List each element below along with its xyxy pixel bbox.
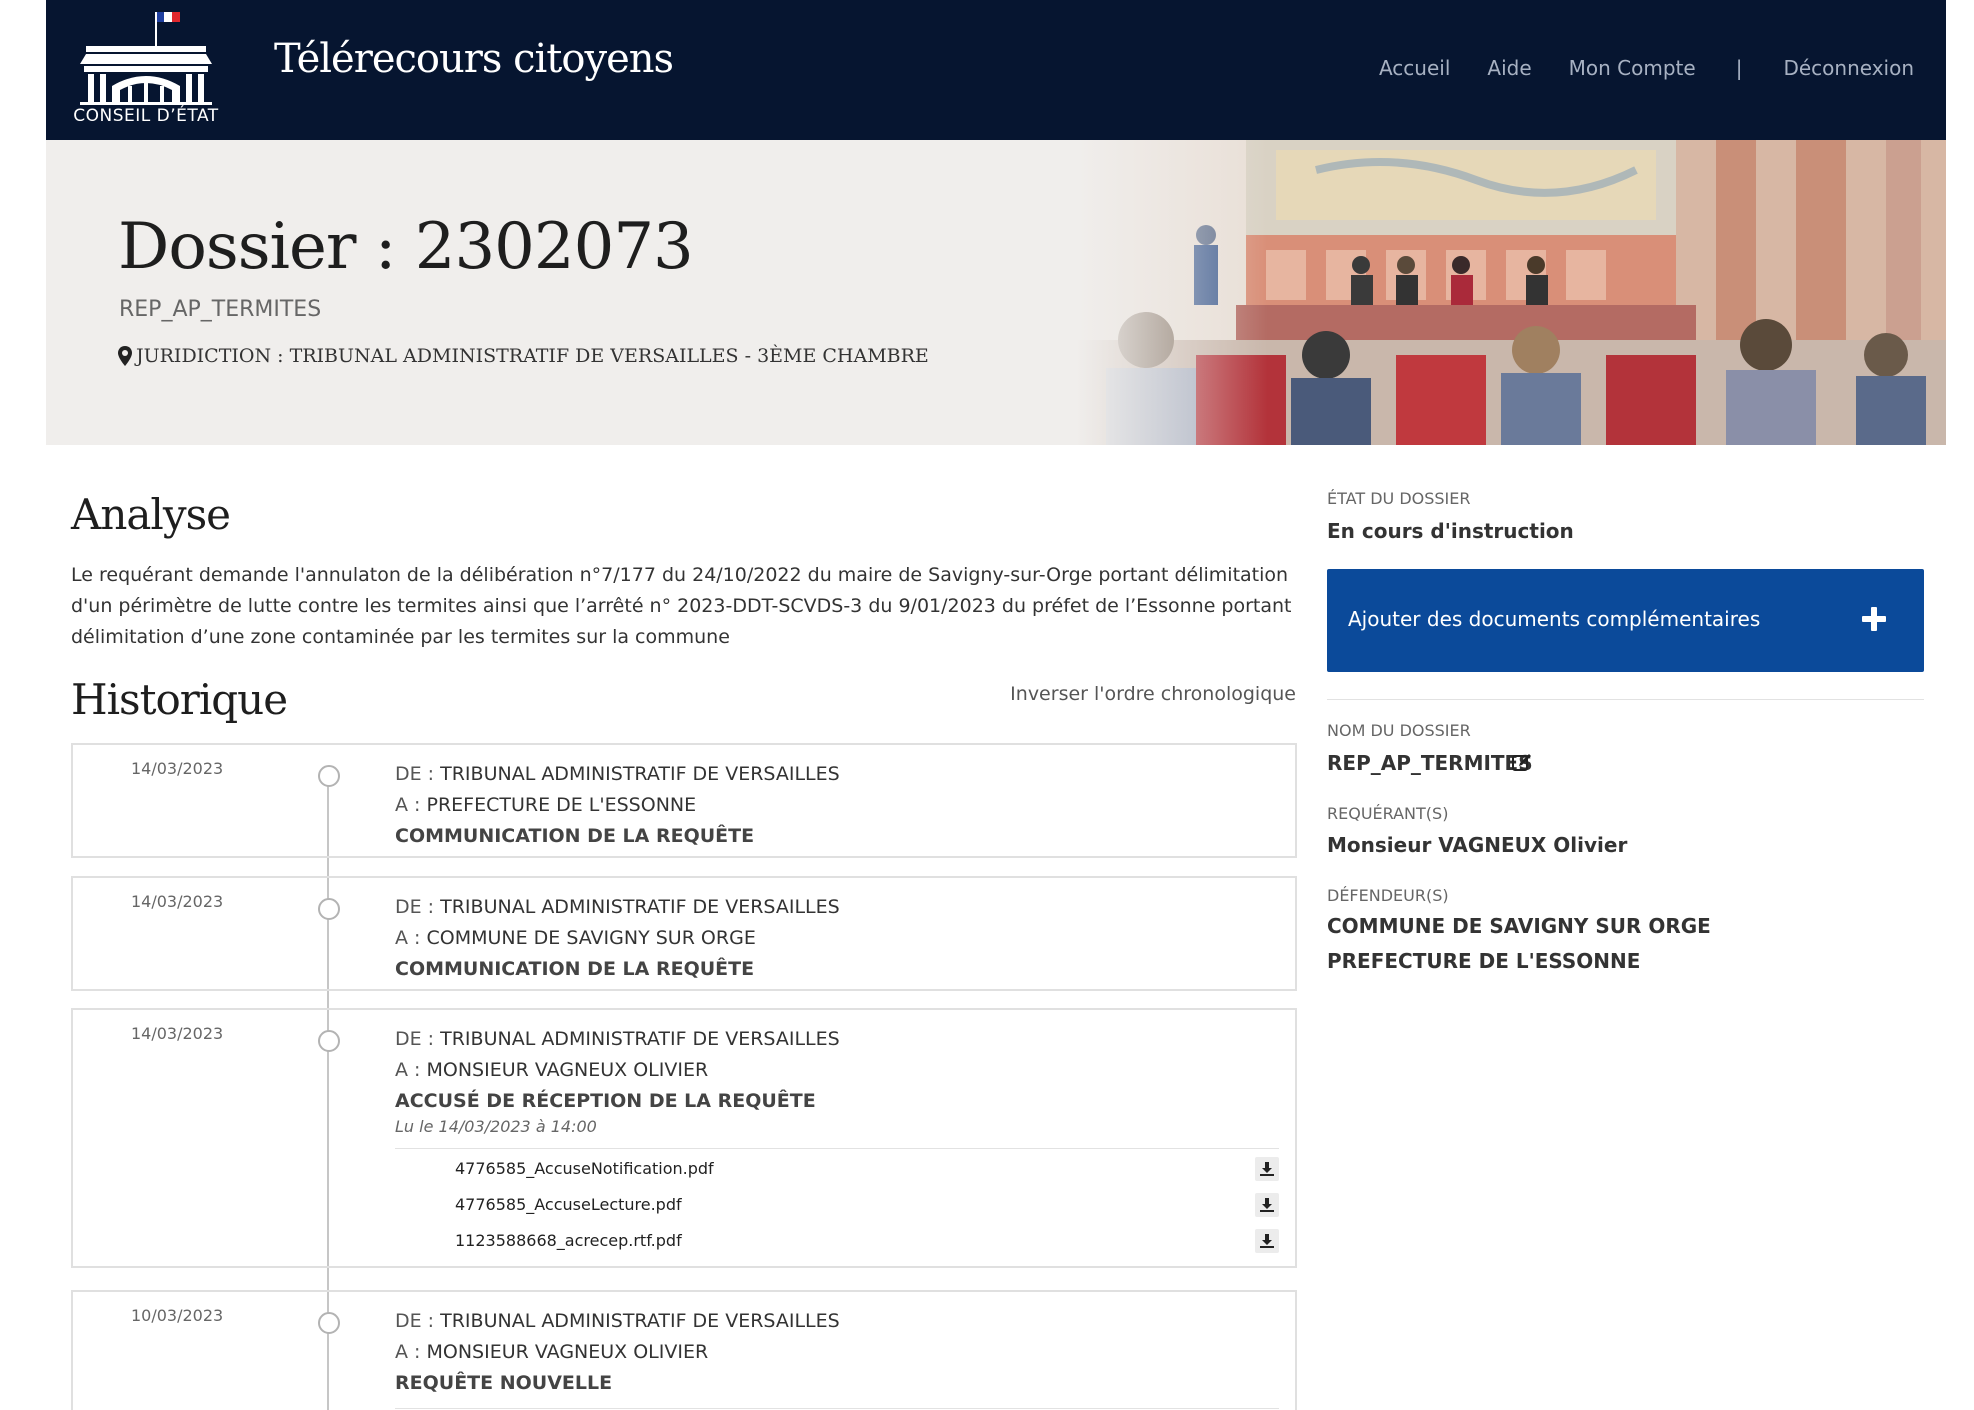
event-subject: REQUÊTE NOUVELLE — [395, 1372, 613, 1394]
history-heading: Historique — [71, 675, 288, 724]
dossier-title: Dossier : 2302073 — [118, 210, 694, 284]
attachment-row[interactable]: 4776585_AccuseLecture.pdf — [395, 1185, 1279, 1221]
top-navbar: CONSEIL D’ÉTAT Télérecours citoyens Accu… — [46, 0, 1946, 140]
analysis-heading: Analyse — [71, 490, 231, 539]
event-from: DE : TRIBUNAL ADMINISTRATIF DE VERSAILLE… — [395, 1310, 840, 1332]
attachment-name[interactable]: 4776585_AccuseNotification.pdf — [455, 1159, 714, 1178]
event-subject: COMMUNICATION DE LA REQUÊTE — [395, 958, 755, 980]
reverse-order-link[interactable]: Inverser l'ordre chronologique — [1010, 683, 1296, 705]
attachment-row[interactable]: 1123588668_acrecep.rtf.pdf — [395, 1221, 1279, 1257]
edit-icon[interactable] — [1512, 753, 1532, 771]
nav-home-link[interactable]: Accueil — [1379, 56, 1450, 80]
download-icon — [1260, 1198, 1274, 1212]
download-icon — [1260, 1162, 1274, 1176]
juridiction-text: JURIDICTION : TRIBUNAL ADMINISTRATIF DE … — [136, 345, 929, 367]
event-to: A : MONSIEUR VAGNEUX OLIVIER — [395, 1059, 709, 1081]
add-documents-button[interactable]: Ajouter des documents complémentaires — [1327, 569, 1924, 672]
history-event[interactable]: 14/03/2023 DE : TRIBUNAL ADMINISTRATIF D… — [71, 743, 1297, 858]
courtroom-illustration — [1076, 140, 1946, 445]
attachment-row[interactable]: 4776585_AccuseNotification.pdf — [395, 1149, 1279, 1185]
map-marker-icon — [118, 346, 132, 366]
building-logo-icon — [80, 12, 212, 105]
plus-icon — [1862, 607, 1886, 631]
event-subject: COMMUNICATION DE LA REQUÊTE — [395, 825, 755, 847]
logo-text: CONSEIL D’ÉTAT — [73, 106, 219, 126]
conseil-detat-logo[interactable]: CONSEIL D’ÉTAT — [66, 6, 226, 134]
timeline-dot — [318, 765, 340, 787]
event-date: 14/03/2023 — [131, 759, 224, 778]
event-to: A : COMMUNE DE SAVIGNY SUR ORGE — [395, 927, 756, 949]
nav-help-link[interactable]: Aide — [1487, 56, 1531, 80]
event-from: DE : TRIBUNAL ADMINISTRATIF DE VERSAILLE… — [395, 1028, 840, 1050]
download-button[interactable] — [1255, 1157, 1279, 1181]
event-from: DE : TRIBUNAL ADMINISTRATIF DE VERSAILLE… — [395, 763, 840, 785]
history-event[interactable]: 14/03/2023 DE : TRIBUNAL ADMINISTRATIF D… — [71, 1008, 1297, 1268]
dossier-name-value: REP_AP_TERMITES — [1327, 751, 1533, 775]
event-date: 10/03/2023 — [131, 1306, 224, 1325]
juridiction-line: JURIDICTION : TRIBUNAL ADMINISTRATIF DE … — [118, 345, 929, 367]
download-button[interactable] — [1255, 1229, 1279, 1253]
event-date: 14/03/2023 — [131, 1024, 224, 1043]
analysis-text: Le requérant demande l'annulaton de la d… — [71, 564, 1292, 648]
download-button[interactable] — [1255, 1193, 1279, 1217]
history-event[interactable]: 10/03/2023 DE : TRIBUNAL ADMINISTRATIF D… — [71, 1290, 1297, 1410]
main-nav: Accueil Aide Mon Compte | Déconnexion — [1342, 56, 1914, 80]
timeline-dot — [318, 1030, 340, 1052]
applicant-value: Monsieur VAGNEUX Olivier — [1327, 833, 1628, 857]
dossier-subtitle: REP_AP_TERMITES — [119, 297, 322, 322]
timeline-dot — [318, 1312, 340, 1334]
event-from: DE : TRIBUNAL ADMINISTRATIF DE VERSAILLE… — [395, 896, 840, 918]
status-label: ÉTAT DU DOSSIER — [1327, 489, 1471, 508]
event-subject: ACCUSÉ DE RÉCEPTION DE LA REQUÊTE — [395, 1090, 816, 1112]
attachment-name[interactable]: 4776585_AccuseLecture.pdf — [455, 1195, 682, 1214]
defendant-item: PREFECTURE DE L'ESSONNE — [1327, 949, 1641, 973]
dossier-name-label: NOM DU DOSSIER — [1327, 721, 1471, 740]
history-event[interactable]: 14/03/2023 DE : TRIBUNAL ADMINISTRATIF D… — [71, 876, 1297, 991]
timeline-dot — [318, 898, 340, 920]
attachment-list: 4776585_AccuseNotification.pdf 4776585_A… — [395, 1148, 1279, 1257]
defendant-item: COMMUNE DE SAVIGNY SUR ORGE — [1327, 914, 1711, 938]
download-icon — [1260, 1234, 1274, 1248]
site-title[interactable]: Télérecours citoyens — [274, 36, 674, 82]
nav-separator: | — [1735, 56, 1743, 80]
defendants-label: DÉFENDEUR(S) — [1327, 886, 1449, 905]
nav-logout-link[interactable]: Déconnexion — [1783, 56, 1914, 80]
nav-account-link[interactable]: Mon Compte — [1569, 56, 1696, 80]
add-documents-label: Ajouter des documents complémentaires — [1348, 607, 1761, 631]
event-to: A : PREFECTURE DE L'ESSONNE — [395, 794, 697, 816]
sidebar-divider — [1327, 699, 1924, 700]
event-date: 14/03/2023 — [131, 892, 224, 911]
event-divider — [395, 1408, 1279, 1409]
status-value: En cours d'instruction — [1327, 519, 1574, 543]
event-to: A : MONSIEUR VAGNEUX OLIVIER — [395, 1341, 709, 1363]
attachment-name[interactable]: 1123588668_acrecep.rtf.pdf — [455, 1231, 682, 1250]
dossier-banner: Dossier : 2302073 REP_AP_TERMITES JURIDI… — [46, 140, 1946, 445]
applicant-label: REQUÉRANT(S) — [1327, 804, 1449, 823]
event-read-status: Lu le 14/03/2023 à 14:00 — [395, 1117, 597, 1136]
